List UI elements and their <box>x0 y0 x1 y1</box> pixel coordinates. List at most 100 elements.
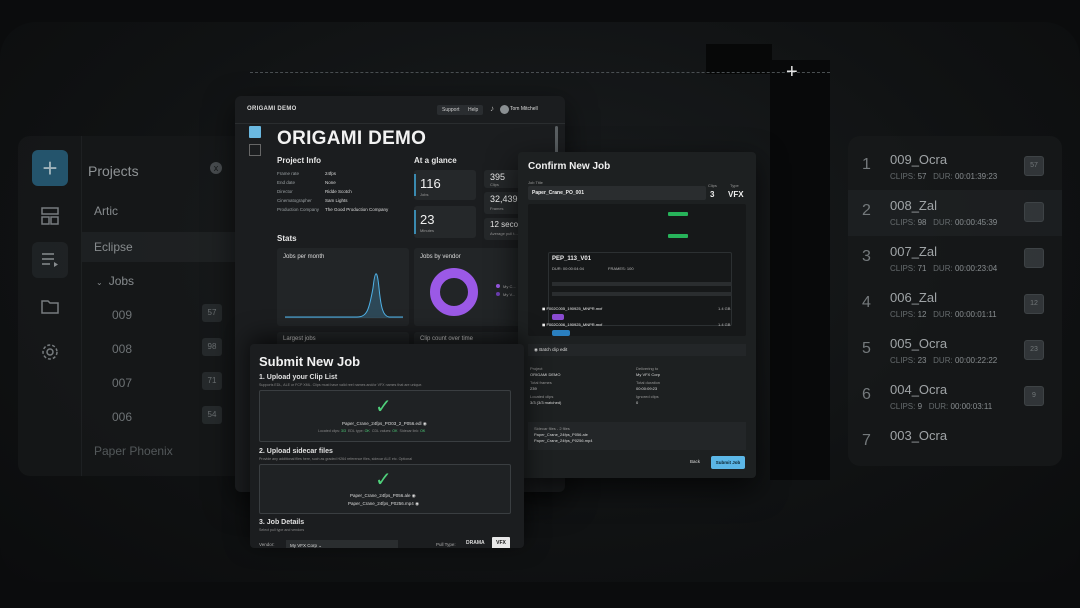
close-icon[interactable]: x <box>210 162 222 174</box>
summary-item: Delivering to My VFX Corp <box>636 366 661 377</box>
project-info-title: Project Info <box>277 156 322 165</box>
clip-item[interactable]: ◼ F002C006_190925_MNPR.mxf <box>542 322 602 327</box>
glance-title: At a glance <box>414 156 457 165</box>
vendor-select[interactable]: My VFX Corp ⌄ <box>286 540 398 548</box>
panel-title: Submit New Job <box>259 354 361 369</box>
clip-list-dropzone[interactable]: ✓ Paper_Crane_24fps_PO03_2_P056.edl ◉ Lo… <box>259 390 511 442</box>
list-item-meta: CLIPS: 57 DUR: 00:01:39:23 <box>890 172 998 181</box>
clip-params <box>552 282 732 287</box>
page-title: ORIGAMI DEMO <box>277 128 427 149</box>
list-item-meta: CLIPS: 9 DUR: 00:00:03:11 <box>890 402 993 411</box>
job-thumbnail: 71 <box>202 372 222 390</box>
list-item[interactable]: 6 004_Ocra CLIPS: 9 DUR: 00:00:03:11 9 <box>848 374 1062 420</box>
clip-params <box>552 292 732 297</box>
stat-value: 116 <box>420 176 441 191</box>
uploaded-file: Paper_Crane_24fps_P0256.mp4 ◉ <box>348 501 419 506</box>
summary-item: Ignored clips 0 <box>636 394 659 405</box>
summary-item: Total frames 239 <box>530 380 552 391</box>
vendor-label: Vendor: <box>259 542 275 547</box>
submit-job-button[interactable]: Submit Job <box>711 456 745 469</box>
file-validation: Located clips: 3/3 EDL type: OK CDL valu… <box>318 429 426 433</box>
info-row: Production Company The Good Production Co… <box>277 207 389 212</box>
notification-icon[interactable]: ♪ <box>490 104 494 113</box>
jobs-label: Jobs <box>108 274 135 288</box>
uploaded-file: Paper_Crane_24fps_P056.ale ◉ <box>350 493 416 498</box>
step-heading: 2. Upload sidecar files <box>259 448 333 455</box>
avatar[interactable] <box>500 105 509 114</box>
clip-duration: DUR: 00:00:04:04 <box>552 266 585 271</box>
clip-list-panel: PEP_113_V01 DUR: 00:00:04:04 FRAMES: 100… <box>528 204 746 336</box>
clip-item[interactable]: ◼ F002C005_190925_MNPR.mxf <box>542 306 602 311</box>
help-button[interactable]: Help <box>463 105 484 115</box>
list-item[interactable]: 5 005_Ocra CLIPS: 23 DUR: 00:00:22:22 23 <box>848 328 1062 374</box>
summary-item: Total duration 00:00:09:23 <box>636 380 661 391</box>
back-button[interactable]: Back <box>690 459 700 464</box>
folder-icon[interactable] <box>32 288 68 324</box>
list-item[interactable]: 2 008_Zal CLIPS: 98 DUR: 00:00:45:39 <box>848 190 1062 236</box>
list-item[interactable]: 7 003_Ocra <box>848 420 1062 466</box>
summary-item: Located clips 3/3 (3/3 matched) <box>530 394 562 405</box>
list-item[interactable]: 1 009_Ocra CLIPS: 57 DUR: 00:01:39:23 57 <box>848 144 1062 190</box>
clip-detail <box>548 252 732 326</box>
list-item-meta: CLIPS: 71 DUR: 00:00:23:04 <box>890 264 998 273</box>
step-heading: 1. Upload your Clip List <box>259 374 338 381</box>
sidecar-files: Sidecar files - 2 files Paper_Crane_24fp… <box>528 422 746 450</box>
user-name[interactable]: Tom Mitchell <box>510 106 538 112</box>
stats-title: Stats <box>277 234 297 243</box>
list-item-name: 003_Ocra <box>890 428 948 443</box>
list-item-name: 009_Ocra <box>890 152 948 167</box>
type-value: VFX <box>728 190 744 199</box>
check-icon: ✓ <box>375 396 392 418</box>
step-heading: 3. Job Details <box>259 519 305 526</box>
stat-label: Frames <box>490 206 504 211</box>
list-item-thumbnail: 9 <box>1024 386 1044 406</box>
status-badge <box>552 330 570 336</box>
pull-type-label: Pull Type: <box>436 542 456 547</box>
support-button[interactable]: Support <box>437 105 465 115</box>
project-item[interactable]: Paper Phoenix <box>94 444 173 458</box>
job-row[interactable]: 006 54 <box>112 406 222 424</box>
list-item[interactable]: 4 006_Zal CLIPS: 12 DUR: 00:00:01:11 12 <box>848 282 1062 328</box>
sidecar-dropzone[interactable]: ✓ Paper_Crane_24fps_P056.ale ◉ Paper_Cra… <box>259 464 511 514</box>
pull-type-vfx[interactable]: VFX <box>492 537 510 548</box>
stat-value: 23 <box>420 212 435 227</box>
job-name: 009 <box>112 308 133 322</box>
job-row[interactable]: 007 71 <box>112 372 222 390</box>
list-item-name: 004_Ocra <box>890 382 948 397</box>
info-row: End date None <box>277 180 336 185</box>
batch-edit-toggle[interactable]: ◉ Batch clip edit <box>528 344 746 356</box>
list-item-thumbnail: 12 <box>1024 294 1044 314</box>
clip-size: 1.4 GB <box>718 322 731 327</box>
info-row: Director Ridde Scotch <box>277 189 352 194</box>
project-thumbnail[interactable] <box>249 126 261 138</box>
project-item-selected[interactable]: Eclipse <box>82 232 250 262</box>
jobs-list-icon[interactable] <box>32 242 68 278</box>
job-title-field[interactable]: Paper_Crane_PO_001 <box>528 186 706 200</box>
stat-value: 32,439 <box>490 194 518 204</box>
step-description: Supports EDL, ALE or FCP XML. Clips must… <box>259 383 423 387</box>
stat-card: 116 Jobs <box>414 170 476 200</box>
list-item[interactable]: 3 007_Zal CLIPS: 71 DUR: 00:00:23:04 <box>848 236 1062 282</box>
job-name: 006 <box>112 410 133 424</box>
pull-type-drama[interactable]: DRAMA <box>466 540 485 546</box>
job-row[interactable]: 008 98 <box>112 338 222 356</box>
crop-guide <box>250 72 830 73</box>
add-icon[interactable]: + <box>32 150 68 186</box>
job-row[interactable]: 009 57 <box>112 304 222 322</box>
step-description: Select pull type and vendors <box>259 528 305 532</box>
chart-legend: My C... My V... <box>503 283 516 299</box>
legend-item: My C... <box>503 284 516 289</box>
settings-icon[interactable] <box>32 334 68 370</box>
dashboard-icon[interactable] <box>32 198 68 234</box>
jobs-group[interactable]: ⌄ Jobs <box>96 274 134 288</box>
project-item[interactable]: Artic <box>94 204 118 218</box>
decor-block <box>706 44 772 74</box>
job-name: 008 <box>112 342 133 356</box>
list-item-number: 2 <box>862 202 871 219</box>
project-thumbnail[interactable] <box>249 144 261 156</box>
projects-sidebar: + Projects x Artic Eclipse ⌄ Jobs 009 57 0… <box>18 136 250 476</box>
list-item-thumbnail <box>1024 248 1044 268</box>
clips-label: Clips <box>708 183 717 188</box>
chevron-down-icon: ⌄ <box>96 278 103 287</box>
summary-item: Project ORIGAMI DEMO <box>530 366 561 377</box>
